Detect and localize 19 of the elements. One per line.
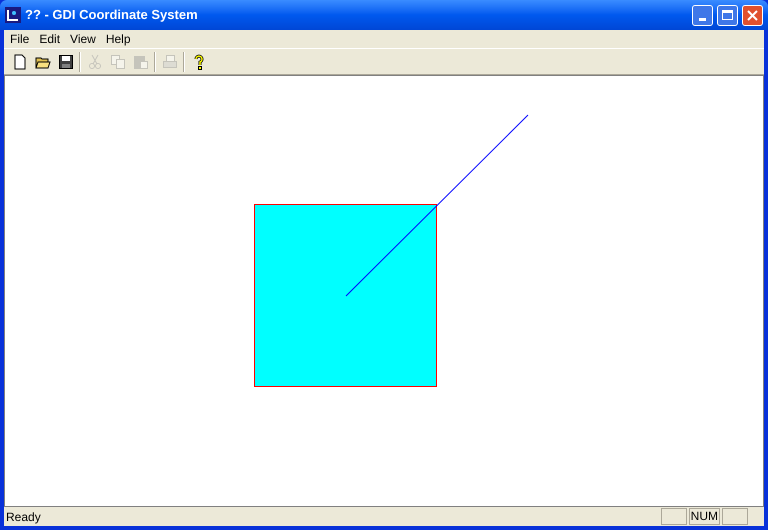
close-icon	[747, 10, 758, 20]
menu-item[interactable]: Edit	[34, 30, 66, 48]
app-icon	[5, 7, 21, 23]
close-button[interactable]	[742, 4, 763, 26]
menu-item[interactable]: File	[5, 30, 34, 48]
new-document-icon	[12, 54, 28, 70]
status-pane	[660, 508, 687, 525]
status-indicator: NUM	[688, 508, 720, 525]
clipboard-icon	[132, 54, 148, 70]
status-pane	[722, 508, 748, 525]
printer-icon	[162, 54, 178, 70]
scissors-icon	[86, 54, 102, 70]
menu-item[interactable]: Help	[100, 30, 136, 48]
maximize-button[interactable]	[717, 4, 738, 26]
copy-icon	[110, 54, 126, 70]
status-text: Ready	[6, 508, 42, 526]
minimize-button[interactable]	[692, 4, 713, 26]
menu-item[interactable]: View	[65, 30, 101, 48]
window-title: ?? - GDI Coordinate System	[25, 6, 199, 24]
